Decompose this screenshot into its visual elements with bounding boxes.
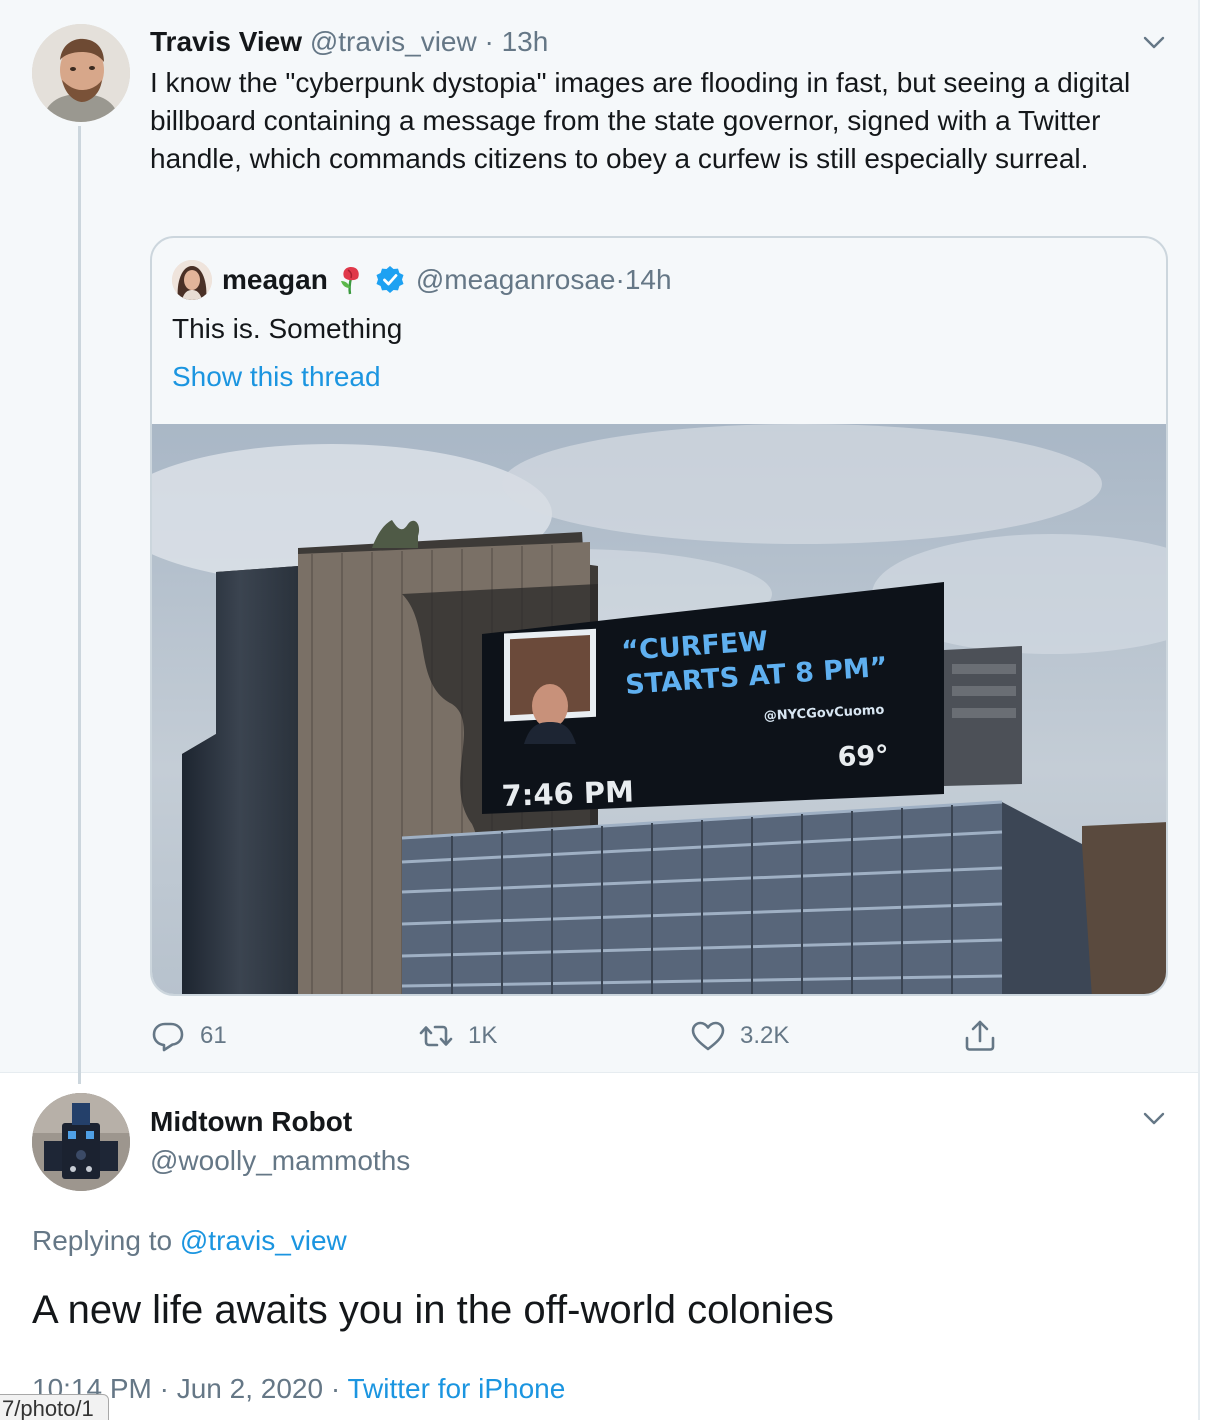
billboard-photo[interactable]: “CURFEW STARTS AT 8 PM” @NYCGovCuomo 7:4…: [152, 424, 1168, 996]
avatar-meagan: [172, 260, 212, 300]
thread-connector-line: [78, 126, 81, 1084]
replying-to-mention[interactable]: @travis_view: [180, 1225, 347, 1256]
avatar-midtown-robot[interactable]: [32, 1093, 130, 1191]
reply-author-handle[interactable]: @woolly_mammoths: [150, 1142, 410, 1180]
like-button[interactable]: 3.2K: [690, 1014, 789, 1058]
reply-author-name[interactable]: Midtown Robot: [150, 1104, 352, 1140]
separator-dot: ·: [476, 26, 502, 57]
share-icon: [965, 1020, 995, 1051]
tweet-time[interactable]: 13h: [502, 26, 549, 57]
timeline-column: Travis View @travis_view · 13h I know th…: [0, 0, 1200, 1420]
billboard-temp: 69°: [837, 740, 889, 773]
billboard-time: 7:46 PM: [501, 774, 634, 813]
show-thread-link[interactable]: Show this thread: [172, 358, 381, 396]
like-icon: [691, 1021, 725, 1051]
separator-dot: ·: [615, 264, 625, 295]
reply-count: 61: [200, 1022, 227, 1049]
retweet-icon: [419, 1025, 453, 1047]
avatar-travis-view[interactable]: [32, 24, 130, 122]
quoted-tweet-time: 14h: [624, 264, 672, 295]
reply-tweet-text: A new life awaits you in the off-world c…: [32, 1288, 834, 1332]
author-handle[interactable]: @travis_view: [310, 26, 477, 57]
quoted-tweet-header: meagan @meaganrosae · 14h: [172, 260, 672, 300]
retweet-count: 1K: [468, 1022, 498, 1049]
reply-icon: [152, 1022, 184, 1052]
rose-emoji-icon: [340, 267, 359, 295]
tweet-source-link[interactable]: Twitter for iPhone: [347, 1373, 565, 1404]
parent-tweet-header: Travis View @travis_view · 13h: [150, 24, 548, 60]
chevron-down-icon[interactable]: [1140, 1104, 1168, 1132]
quoted-tweet-text: This is. Something: [172, 313, 403, 344]
replying-to-label: Replying to: [32, 1225, 180, 1256]
verified-badge-icon: [376, 266, 404, 293]
quoted-author-name: meagan: [222, 264, 328, 295]
reply-button[interactable]: 61: [150, 1014, 227, 1058]
reply-tweet-footer: 10:14 PM · Jun 2, 2020 · Twitter for iPh…: [32, 1370, 565, 1408]
quoted-author-handle: @meaganrosae: [415, 264, 616, 295]
share-button[interactable]: [962, 1014, 1012, 1058]
retweet-button[interactable]: 1K: [418, 1014, 497, 1058]
author-name[interactable]: Travis View: [150, 26, 302, 57]
parent-tweet[interactable]: Travis View @travis_view · 13h I know th…: [0, 0, 1198, 1084]
tweet-text: I know the "cyberpunk dystopia" images a…: [150, 67, 1131, 174]
like-count: 3.2K: [740, 1022, 790, 1049]
chevron-down-icon[interactable]: [1140, 28, 1168, 56]
replying-to: Replying to @travis_view: [32, 1222, 347, 1260]
browser-status-url: 7/photo/1: [0, 1394, 109, 1420]
quoted-tweet[interactable]: meagan @meaganrosae · 14h This is. Somet…: [150, 236, 1168, 996]
